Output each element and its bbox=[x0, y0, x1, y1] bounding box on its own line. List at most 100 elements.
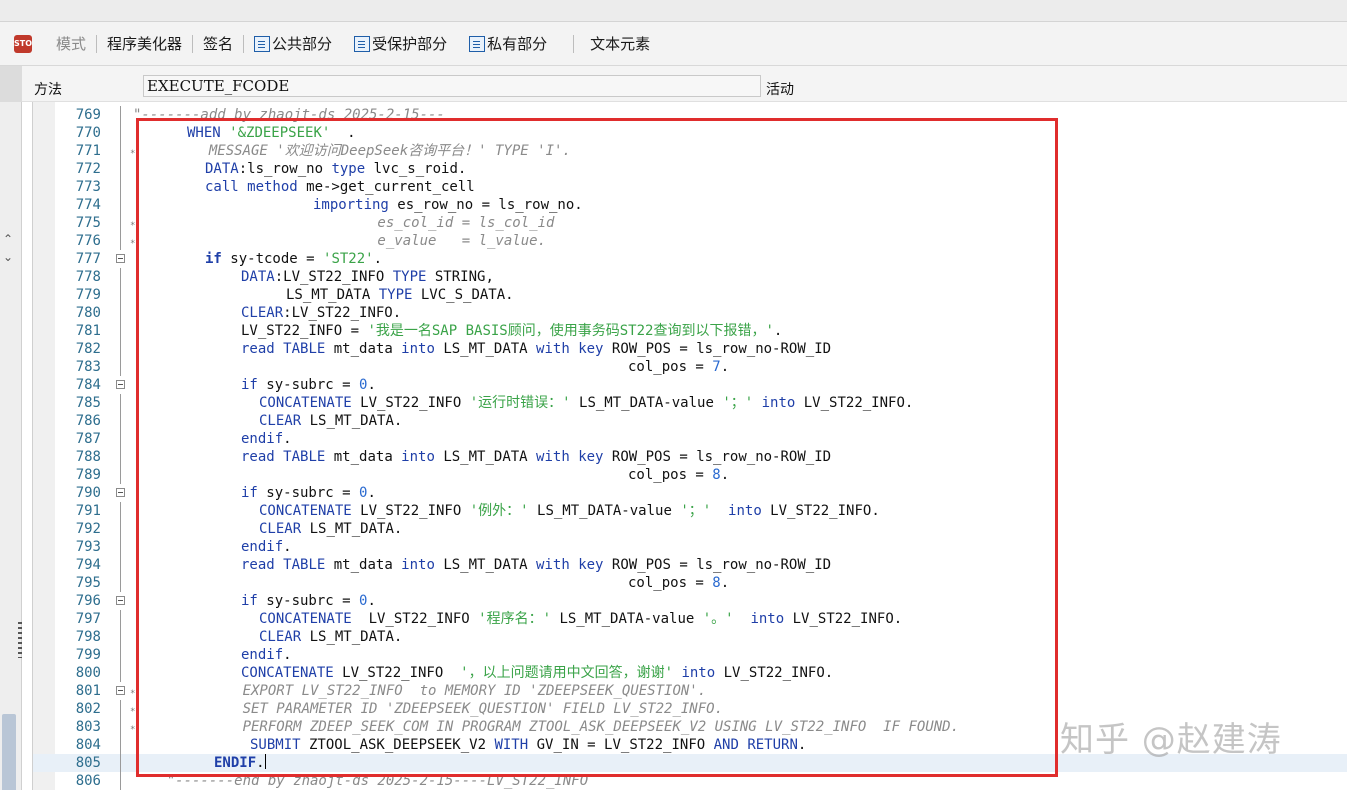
protected-section-button[interactable]: 受保护部分 bbox=[348, 32, 453, 56]
code-line[interactable]: 772 DATA:ls_row_no type lvc_s_roid. bbox=[33, 160, 1347, 178]
code-token: . bbox=[283, 431, 292, 447]
code-token: AND RETURN bbox=[713, 737, 798, 753]
code-text: CONCATENATE LV_ST22_INFO '，以上问题请用中文回答，谢谢… bbox=[241, 664, 833, 682]
code-token: CLEAR bbox=[259, 521, 302, 537]
code-line[interactable]: 770 WHEN '&ZDEEPSEEK' . bbox=[33, 124, 1347, 142]
line-number: 776 bbox=[75, 233, 101, 249]
code-line[interactable]: 771 * MESSAGE '欢迎访问DeepSeek咨询平台！' TYPE 'I… bbox=[33, 142, 1347, 160]
fold-guide bbox=[120, 358, 121, 376]
scroll-down-icon[interactable]: ⌄ bbox=[3, 250, 13, 264]
code-token: '运行时错误：' bbox=[469, 395, 571, 411]
code-token: CLEAR bbox=[241, 305, 284, 321]
code-line[interactable]: 800 CONCATENATE LV_ST22_INFO '，以上问题请用中文回答… bbox=[33, 664, 1347, 682]
line-number: 783 bbox=[75, 359, 101, 375]
code-token: . bbox=[367, 377, 376, 393]
pretty-printer-button[interactable]: 程序美化器 bbox=[101, 32, 188, 56]
code-line[interactable]: 798 CLEAR LS_MT_DATA. bbox=[33, 628, 1347, 646]
code-line[interactable]: 777 if sy-tcode = 'ST22'. bbox=[33, 250, 1347, 268]
code-line[interactable]: 806 "-------end by zhaojt-ds 2025-2-15--… bbox=[33, 772, 1347, 790]
code-line[interactable]: 775 * es_col_id = ls_col_id bbox=[33, 214, 1347, 232]
code-line[interactable]: 783 col_pos = 7. bbox=[33, 358, 1347, 376]
mode-button[interactable]: 模式 bbox=[50, 32, 92, 56]
code-token: ROW_POS = ls_row_no-ROW_ID bbox=[603, 557, 832, 573]
fold-guide bbox=[120, 340, 121, 358]
line-number: 795 bbox=[75, 575, 101, 591]
public-section-button[interactable]: 公共部分 bbox=[248, 32, 338, 56]
code-line[interactable]: 787 endif. bbox=[33, 430, 1347, 448]
code-line[interactable]: 789 col_pos = 8. bbox=[33, 466, 1347, 484]
signature-button[interactable]: 签名 bbox=[197, 32, 239, 56]
code-token: sy-tcode = bbox=[221, 251, 324, 267]
code-text: col_pos = 8. bbox=[628, 466, 729, 484]
code-line[interactable]: 793 endif. bbox=[33, 538, 1347, 556]
text-elements-button[interactable]: 文本元素 bbox=[584, 32, 656, 56]
code-line[interactable]: 795 col_pos = 8. bbox=[33, 574, 1347, 592]
code-token: . bbox=[720, 575, 730, 591]
code-token: LS_MT_DATA. bbox=[301, 629, 403, 645]
code-line[interactable]: 773 call method me->get_current_cell bbox=[33, 178, 1347, 196]
left-scrollbar-thumb[interactable] bbox=[2, 714, 16, 790]
code-token: '，以上问题请用中文回答，谢谢' bbox=[460, 665, 674, 681]
code-editor[interactable]: 769 "-------add by zhaojt-ds 2025-2-15---… bbox=[32, 102, 1347, 790]
code-line[interactable]: 784 if sy-subrc = 0. bbox=[33, 376, 1347, 394]
line-number: 779 bbox=[75, 287, 101, 303]
code-line[interactable]: 792 CLEAR LS_MT_DATA. bbox=[33, 520, 1347, 538]
public-section-label: 公共部分 bbox=[272, 35, 333, 53]
method-name-field[interactable]: EXECUTE_FCODE bbox=[143, 75, 761, 97]
fold-guide bbox=[120, 142, 121, 160]
code-text: "-------add by zhaojt-ds 2025-2-15--- bbox=[133, 106, 445, 124]
fold-toggle-icon[interactable] bbox=[116, 596, 125, 605]
code-line[interactable]: 790 if sy-subrc = 0. bbox=[33, 484, 1347, 502]
code-line[interactable]: 778 DATA:LV_ST22_INFO TYPE STRING, bbox=[33, 268, 1347, 286]
code-line[interactable]: 782 read TABLE mt_data into LS_MT_DATA wi… bbox=[33, 340, 1347, 358]
line-number: 769 bbox=[75, 107, 101, 123]
fold-toggle-icon[interactable] bbox=[116, 254, 125, 263]
left-navigation-strip: ⌃ ⌄ bbox=[0, 102, 22, 790]
code-token: "-------add by zhaojt-ds 2025-2-15--- bbox=[133, 107, 445, 123]
code-line[interactable]: 781 LV_ST22_INFO = '我是一名SAP BASIS顾问，使用事务码… bbox=[33, 322, 1347, 340]
code-text: ENDIF. bbox=[214, 754, 266, 772]
code-line[interactable]: 780 CLEAR:LV_ST22_INFO. bbox=[33, 304, 1347, 322]
code-token: GV_IN = LV_ST22_INFO bbox=[528, 737, 714, 753]
toolbar-separator bbox=[573, 34, 575, 53]
code-line[interactable]: 788 read TABLE mt_data into LS_MT_DATA wi… bbox=[33, 448, 1347, 466]
method-header: 方法 EXECUTE_FCODE 活动 bbox=[0, 66, 1347, 102]
code-token: importing bbox=[313, 197, 389, 213]
code-line[interactable]: 801 * EXPORT LV_ST22_INFO to MEMORY ID 'Z… bbox=[33, 682, 1347, 700]
private-section-button[interactable]: 私有部分 bbox=[463, 32, 553, 56]
code-line[interactable]: 794 read TABLE mt_data into LS_MT_DATA wi… bbox=[33, 556, 1347, 574]
code-line[interactable]: 786 CLEAR LS_MT_DATA. bbox=[33, 412, 1347, 430]
code-line[interactable]: 797 CONCATENATE LV_ST22_INFO '程序名：' LS_MT… bbox=[33, 610, 1347, 628]
fold-guide bbox=[120, 538, 121, 556]
code-line[interactable]: 769 "-------add by zhaojt-ds 2025-2-15--- bbox=[33, 106, 1347, 124]
stop-icon[interactable]: STO bbox=[14, 34, 32, 53]
fold-toggle-icon[interactable] bbox=[116, 686, 125, 695]
code-token: LS_MT_DATA. bbox=[301, 521, 403, 537]
code-token: DATA bbox=[241, 269, 275, 285]
line-number: 803 bbox=[75, 719, 101, 735]
code-text: EXPORT LV_ST22_INFO to MEMORY ID 'ZDEEPS… bbox=[133, 682, 707, 700]
code-text: if sy-subrc = 0. bbox=[241, 484, 376, 502]
fold-toggle-icon[interactable] bbox=[116, 380, 125, 389]
line-number: 786 bbox=[75, 413, 101, 429]
splitter-handle-icon[interactable] bbox=[18, 622, 22, 658]
code-line[interactable]: 785 CONCATENATE LV_ST22_INFO '运行时错误：' LS_… bbox=[33, 394, 1347, 412]
code-token: LV_ST22_INFO. bbox=[795, 395, 914, 411]
code-line[interactable]: 779 LS_MT_DATA TYPE LVC_S_DATA. bbox=[33, 286, 1347, 304]
line-number: 799 bbox=[75, 647, 101, 663]
left-panel-edge bbox=[0, 66, 22, 102]
code-token: TABLE bbox=[283, 341, 326, 357]
fold-toggle-icon[interactable] bbox=[116, 488, 125, 497]
code-token: sy-subrc = bbox=[257, 485, 360, 501]
code-line[interactable]: 799 endif. bbox=[33, 646, 1347, 664]
code-line[interactable]: 776 * e_value = l_value. bbox=[33, 232, 1347, 250]
code-token: . bbox=[720, 359, 730, 375]
line-number: 796 bbox=[75, 593, 101, 609]
code-line[interactable]: 774 importing es_row_no = ls_row_no. bbox=[33, 196, 1347, 214]
code-line[interactable]: 791 CONCATENATE LV_ST22_INFO '例外：' LS_MT_… bbox=[33, 502, 1347, 520]
line-number: 791 bbox=[75, 503, 101, 519]
scroll-up-icon[interactable]: ⌃ bbox=[3, 232, 13, 246]
code-line[interactable]: 796 if sy-subrc = 0. bbox=[33, 592, 1347, 610]
